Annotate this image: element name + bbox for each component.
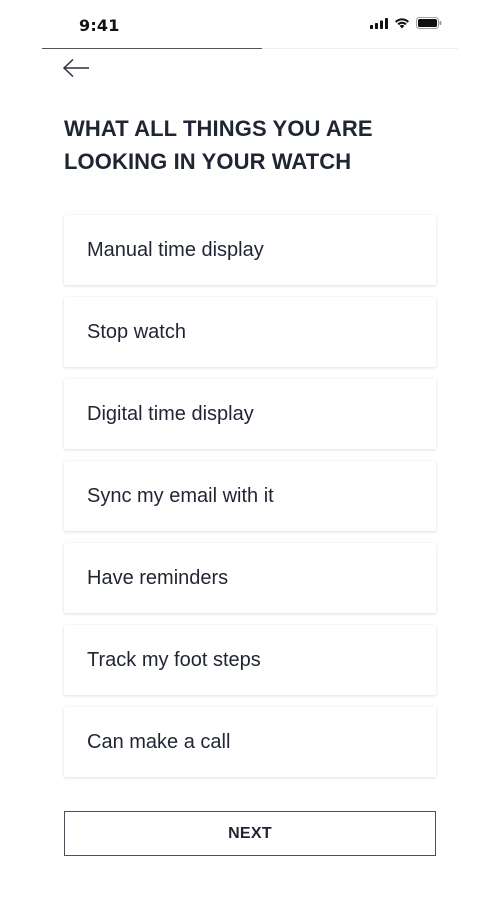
- wifi-icon: [394, 17, 410, 29]
- option-label: Stop watch: [87, 320, 186, 343]
- option-label: Manual time display: [87, 238, 264, 261]
- status-time: 9:41: [79, 16, 120, 35]
- next-button[interactable]: NEXT: [64, 811, 436, 856]
- cellular-signal-icon: [370, 17, 388, 29]
- option-label: Can make a call: [87, 730, 231, 753]
- option-item[interactable]: Can make a call: [64, 707, 436, 777]
- progress-bar: [42, 48, 458, 49]
- option-item[interactable]: Digital time display: [64, 379, 436, 449]
- option-item[interactable]: Stop watch: [64, 297, 436, 367]
- option-item[interactable]: Track my foot steps: [64, 625, 436, 695]
- option-label: Sync my email with it: [87, 484, 274, 507]
- option-item[interactable]: Have reminders: [64, 543, 436, 613]
- option-label: Digital time display: [87, 402, 254, 425]
- arrow-left-icon: [62, 58, 90, 83]
- option-item[interactable]: Manual time display: [64, 215, 436, 285]
- options-list: Manual time display Stop watch Digital t…: [64, 215, 436, 789]
- battery-icon: [416, 17, 442, 29]
- option-label: Track my foot steps: [87, 648, 261, 671]
- page-title: WHAT ALL THINGS YOU ARE LOOKING IN YOUR …: [64, 116, 373, 174]
- progress-fill: [42, 48, 263, 49]
- option-label: Have reminders: [87, 566, 229, 589]
- status-bar: 9:41: [0, 0, 500, 48]
- next-button-label: NEXT: [228, 824, 272, 842]
- status-icons: [370, 17, 442, 29]
- back-button[interactable]: [58, 56, 94, 84]
- option-item[interactable]: Sync my email with it: [64, 461, 436, 531]
